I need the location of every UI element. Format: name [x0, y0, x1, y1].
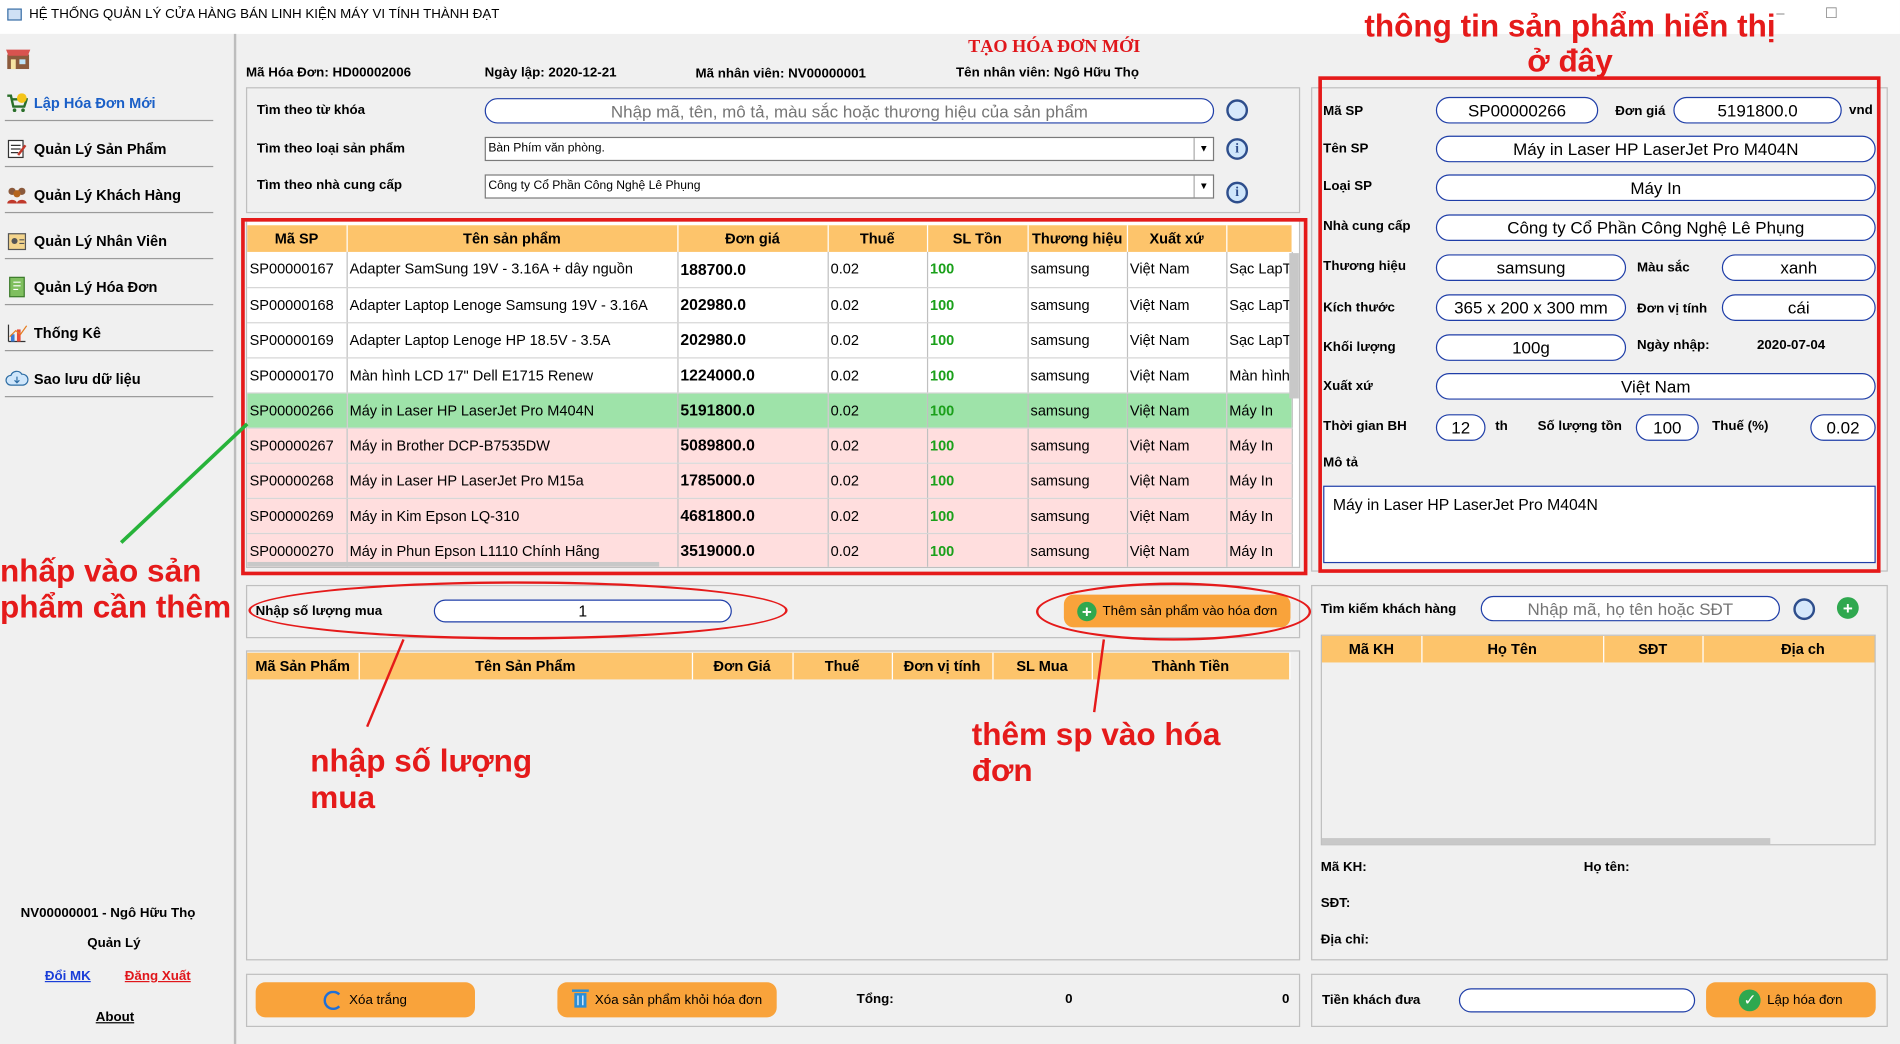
app-icon [7, 8, 22, 21]
annotation-product-table-box [241, 217, 1308, 576]
user-role: Quản Lý [87, 936, 141, 951]
employee-id-value: NV00000001 [788, 66, 866, 82]
clear-button[interactable]: Xóa trắng [255, 982, 475, 1018]
search-icon[interactable] [1226, 99, 1249, 122]
sidebar-item-products[interactable]: Quản Lý Sản Phẩm [4, 131, 214, 168]
sdt-label: SĐT: [1320, 896, 1351, 911]
tien-khach-dua-label: Tiền khách đưa [1321, 993, 1421, 1008]
change-password-link[interactable]: Đổi MK [45, 969, 91, 984]
customer-search-input[interactable] [1480, 595, 1780, 622]
column-header[interactable]: Thuế [792, 652, 893, 680]
about-link[interactable]: About [96, 1010, 134, 1025]
invoice-table: Mã Sản Phẩm Tên Sản Phẩm Đơn Giá Thuế Đơn vị… [247, 652, 1290, 680]
total-value: 0 [1065, 991, 1073, 1007]
supplier-select[interactable]: Công ty Cổ Phần Công Nghệ Lê Phụng ▼ [484, 174, 1215, 199]
sidebar: Lập Hóa Đơn Mới Quản Lý Sản Phẩm Quản Lý… [0, 33, 237, 1044]
sidebar-item-label: Thống Kê [33, 323, 101, 341]
create-invoice-button[interactable]: ✓ Lập hóa đơn [1706, 982, 1876, 1018]
customer-hscrollbar[interactable] [1321, 838, 1771, 845]
invoice-icon [5, 274, 29, 298]
customer-table: Mã KH Họ Tên SĐT Địa ch [1321, 635, 1875, 663]
user-name: NV00000001 - Ngô Hữu Thọ [20, 905, 196, 921]
window-title: HỆ THỐNG QUẢN LÝ CỬA HÀNG BÁN LINH KIỆN … [29, 7, 500, 22]
date-label: Ngày lập: 2020-12-21 [484, 65, 617, 80]
date-value: 2020-12-21 [548, 65, 617, 80]
product-type-select[interactable]: Bàn Phím văn phòng. ▼ [484, 136, 1215, 162]
info-icon[interactable]: i [1226, 181, 1249, 204]
employee-id-label: Mã nhân viên: NV00000001 [695, 66, 866, 82]
tien-khach-dua-input[interactable] [1458, 988, 1696, 1013]
annotation-qty-text: nhập số lượng mua [310, 742, 533, 815]
column-header[interactable]: SĐT [1603, 635, 1704, 663]
sidebar-item-statistics[interactable]: Thống Kê [4, 315, 214, 352]
total-value-2: 0 [1281, 991, 1290, 1007]
column-header[interactable]: Đơn vị tính [891, 652, 993, 680]
sidebar-item-invoices[interactable]: Quản Lý Hóa Đơn [4, 269, 214, 306]
employee-name-value: Ngô Hữu Thọ [1053, 65, 1139, 80]
sidebar-item-label: Quản Lý Sản Phẩm [33, 139, 167, 157]
total-label: Tổng: [856, 991, 894, 1007]
column-header[interactable]: Tên Sản Phẩm [358, 652, 693, 680]
employee-name-label: Tên nhân viên: Ngô Hữu Thọ [956, 65, 1139, 80]
annotation-quantity-ellipse [248, 581, 788, 640]
refresh-icon [323, 990, 344, 1010]
invoice-id-value: HD00002006 [332, 65, 412, 80]
sidebar-item-label: Quản Lý Nhân Viên [33, 231, 167, 249]
trash-icon [571, 988, 589, 1012]
cart-icon [5, 90, 29, 114]
annotation-detail-box [1318, 76, 1881, 573]
column-header[interactable]: SL Mua [992, 652, 1093, 680]
sidebar-item-backup[interactable]: Sao lưu dữ liệu [4, 361, 214, 398]
maximize-button[interactable]: ☐ [1825, 5, 1838, 22]
type-label: Tìm theo loại sản phẩm [256, 141, 406, 157]
clear-label: Xóa trắng [349, 992, 407, 1008]
sidebar-item-customers[interactable]: Quản Lý Khách Hàng [4, 177, 214, 214]
column-header[interactable]: Họ Tên [1421, 635, 1604, 663]
remove-product-label: Xóa sản phẩm khỏi hóa đơn [594, 992, 763, 1008]
search-icon[interactable] [1793, 598, 1816, 621]
store-logo-icon [5, 46, 32, 70]
chart-icon [5, 320, 29, 344]
page-title: TẠO HÓA ĐƠN MỚI [968, 37, 1141, 57]
column-header[interactable]: Địa ch [1702, 635, 1875, 663]
supplier-value: Công ty Cổ Phần Công Nghệ Lê Phụng [488, 179, 701, 193]
keyword-label: Tìm theo từ khóa [256, 102, 366, 118]
column-header[interactable]: Mã KH [1321, 635, 1422, 663]
backup-icon [5, 366, 29, 390]
sidebar-item-label: Quản Lý Hóa Đơn [33, 277, 158, 295]
ma-kh-label: Mã KH: [1320, 859, 1367, 875]
add-customer-icon[interactable]: + [1836, 597, 1859, 619]
product-type-value: Bàn Phím văn phòng. [488, 141, 605, 156]
customers-icon [5, 182, 29, 206]
column-header[interactable]: Đơn Giá [691, 652, 794, 680]
column-header[interactable]: Thành Tiền [1091, 652, 1290, 680]
minimize-button[interactable]: – [1776, 5, 1784, 22]
supplier-label: Tìm theo nhà cung cấp [256, 178, 403, 193]
customer-search-label: Tìm kiếm khách hàng [1320, 601, 1457, 617]
check-icon: ✓ [1739, 988, 1762, 1011]
annotation-click-text: nhấp vào sản phẩm cần thêm [0, 552, 232, 626]
employee-icon [5, 228, 29, 252]
chevron-down-icon: ▼ [1193, 175, 1213, 198]
sidebar-item-label: Lập Hóa Đơn Mới [33, 93, 156, 111]
sidebar-item-create-invoice[interactable]: Lập Hóa Đơn Mới [4, 85, 214, 122]
sidebar-item-employees[interactable]: Quản Lý Nhân Viên [4, 223, 214, 260]
annotation-add-text: thêm sp vào hóa đơn [971, 715, 1221, 789]
create-invoice-label: Lập hóa đơn [1767, 992, 1843, 1008]
annotation-add-ellipse [1036, 582, 1312, 641]
logout-link[interactable]: Đăng Xuất [125, 969, 191, 984]
ho-ten-label: Họ tên: [1583, 859, 1630, 875]
chevron-down-icon: ▼ [1193, 138, 1213, 160]
sidebar-item-label: Quản Lý Khách Hàng [33, 185, 181, 203]
column-header[interactable]: Mã Sản Phẩm [247, 652, 360, 680]
annotation-detail-text: thông tin sản phẩm hiển thị ở đây [1364, 7, 1776, 79]
invoice-id-label: Mã Hóa Đơn: HD00002006 [245, 65, 412, 80]
customer-table-container: Mã KH Họ Tên SĐT Địa ch [1320, 634, 1876, 846]
product-icon [5, 136, 29, 160]
info-icon[interactable]: i [1226, 138, 1249, 160]
sidebar-item-label: Sao lưu dữ liệu [33, 369, 141, 387]
keyword-search-input[interactable] [484, 98, 1215, 124]
dia-chi-label: Địa chỉ: [1320, 932, 1369, 948]
remove-product-button[interactable]: Xóa sản phẩm khỏi hóa đơn [557, 982, 777, 1018]
